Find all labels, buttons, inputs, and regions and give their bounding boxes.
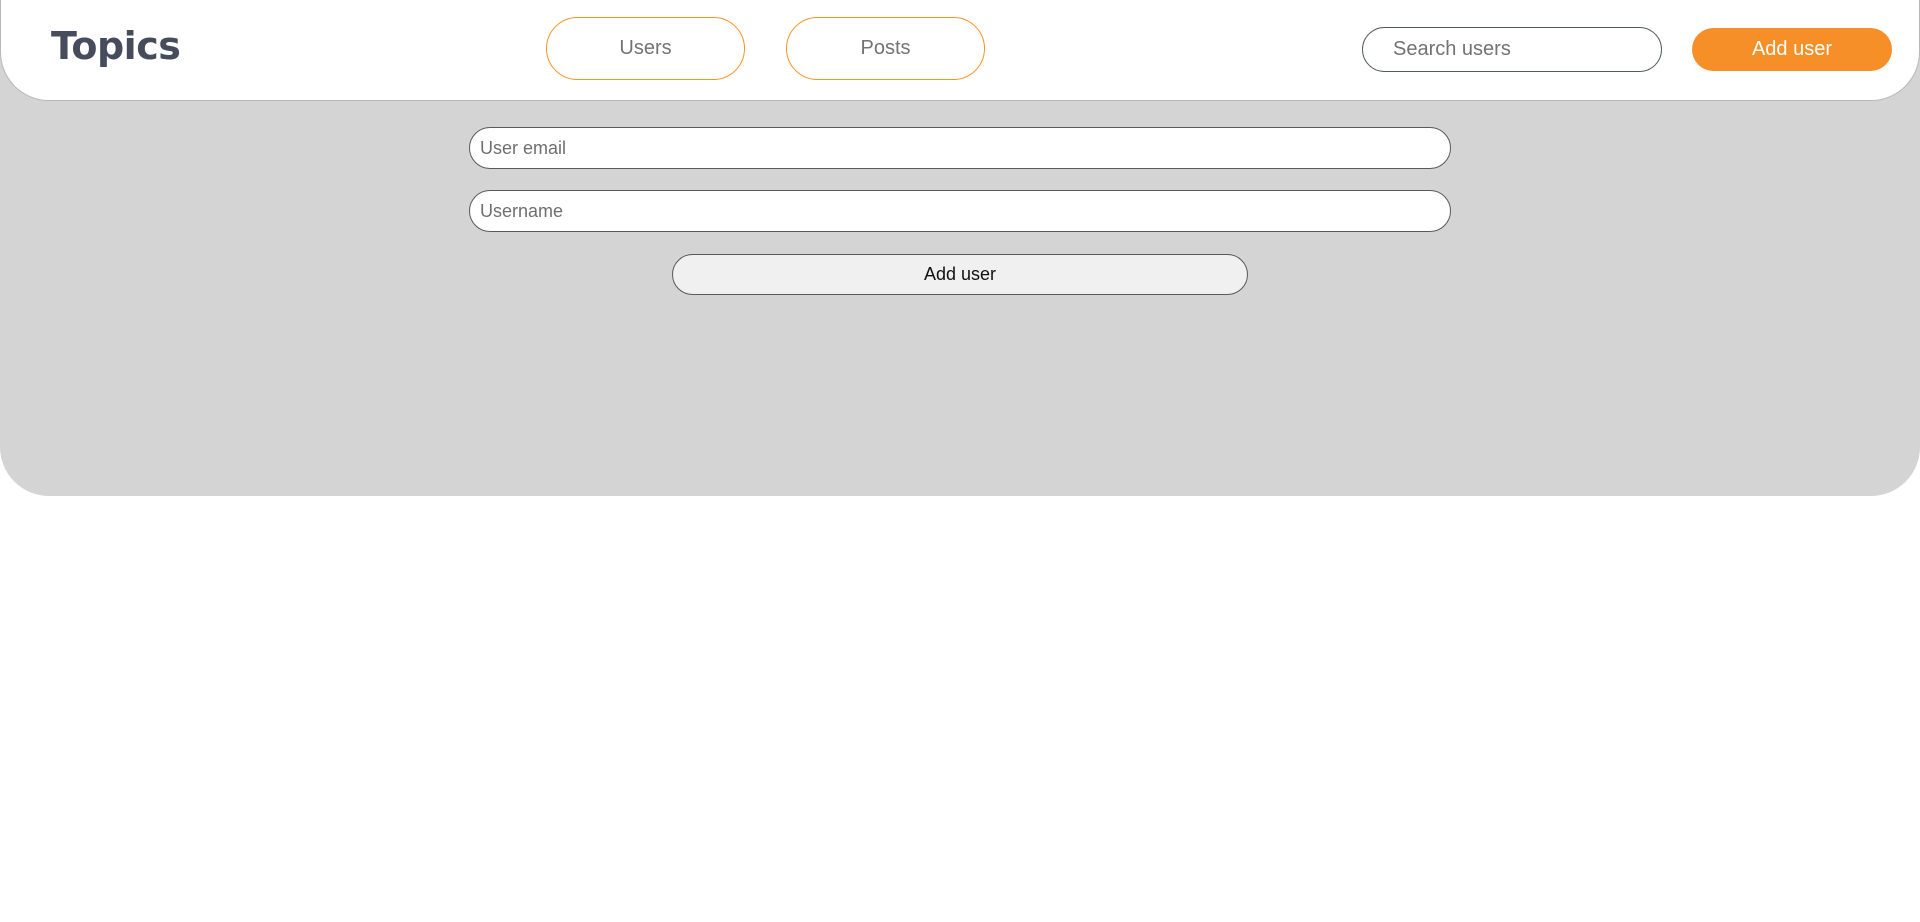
nav-tab-users-label: Users xyxy=(619,37,672,59)
top-header: Topics Users Posts Add user xyxy=(0,0,1920,101)
nav-tab-posts-label: Posts xyxy=(860,37,911,59)
search-users-input[interactable] xyxy=(1362,27,1662,72)
add-user-header-button[interactable]: Add user xyxy=(1692,28,1892,71)
username-field[interactable] xyxy=(469,190,1451,232)
add-user-submit-button[interactable]: Add user xyxy=(672,254,1248,295)
nav-tab-users[interactable]: Users xyxy=(546,17,745,80)
nav-tab-posts[interactable]: Posts xyxy=(786,17,985,80)
user-email-field[interactable] xyxy=(469,127,1451,169)
app-root: Topics Users Posts Add user Add user xyxy=(0,0,1920,922)
logo: Topics xyxy=(51,24,181,68)
content-panel: Topics Users Posts Add user Add user xyxy=(0,0,1920,496)
